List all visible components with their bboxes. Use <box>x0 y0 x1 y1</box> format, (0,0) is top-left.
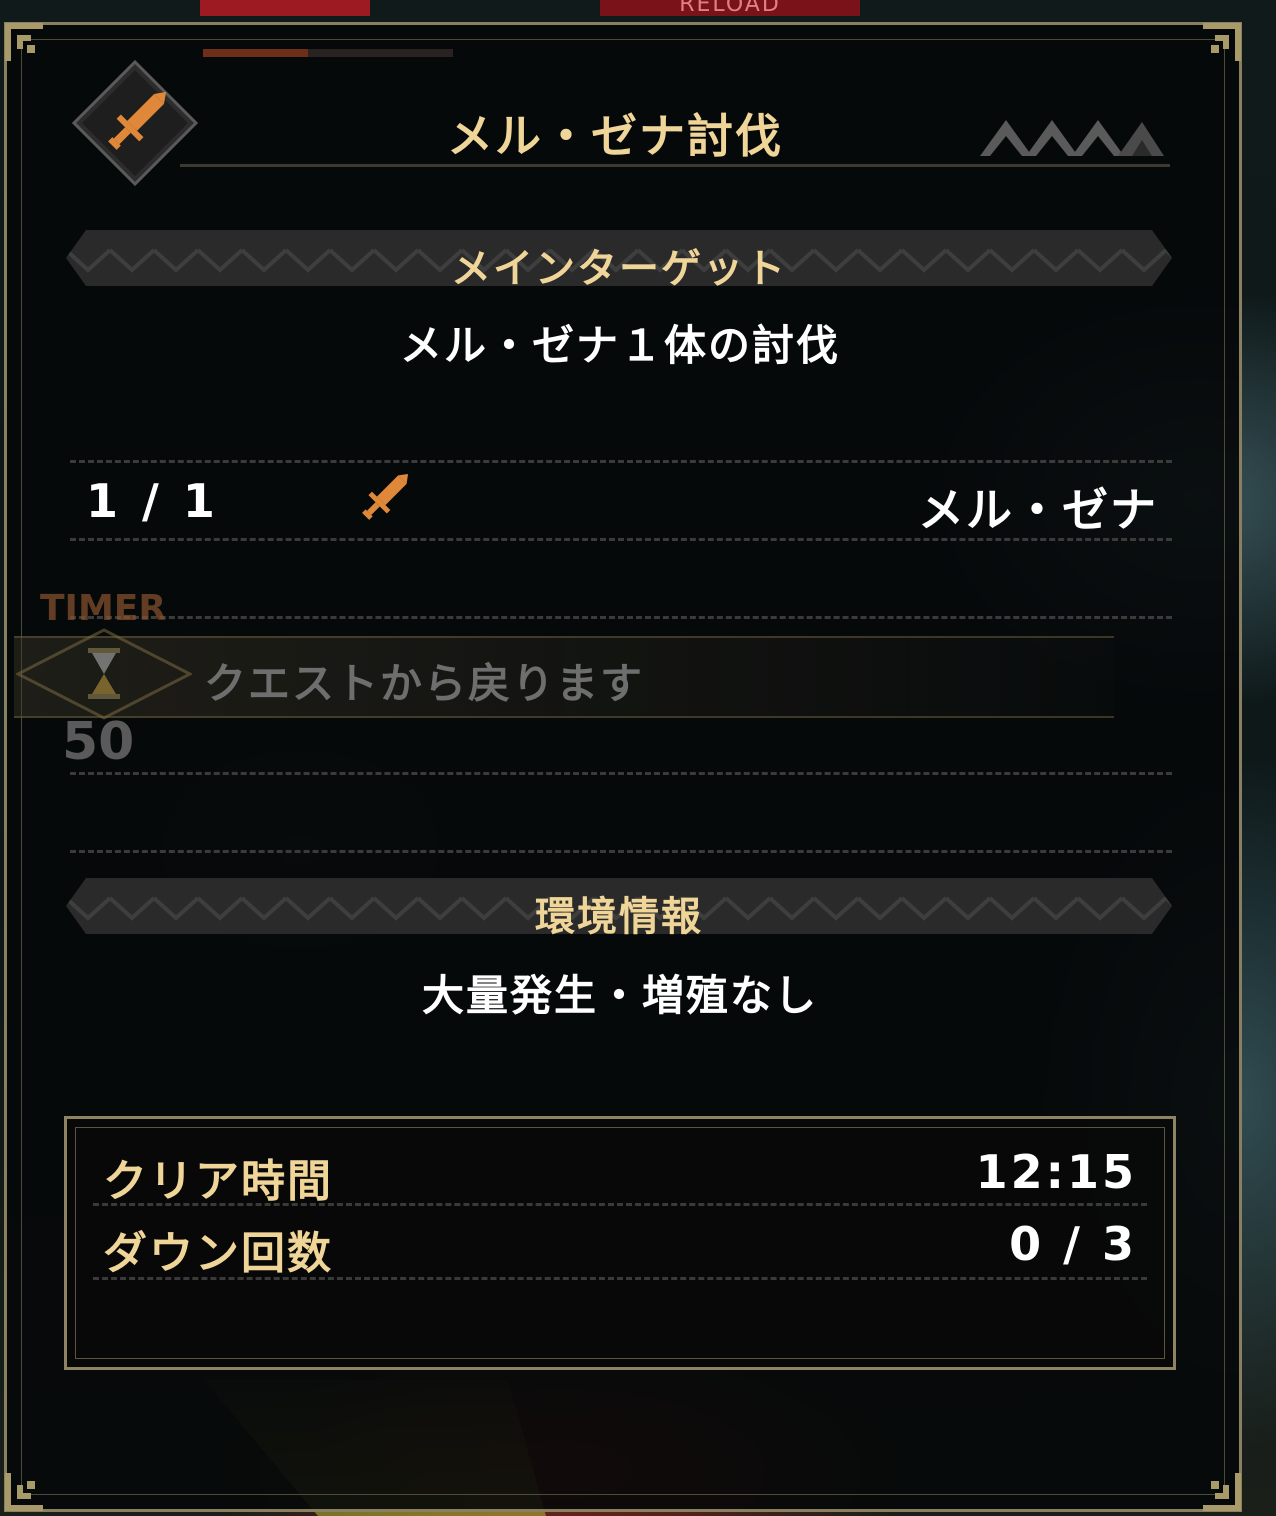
hourglass-icon <box>14 628 194 720</box>
quest-stats-box: クリア時間 12:15 ダウン回数 0 / 3 <box>64 1116 1176 1370</box>
divider <box>70 460 1172 463</box>
clear-time-value: 12:15 <box>975 1145 1137 1199</box>
environment-banner: 環境情報 <box>66 878 1172 940</box>
target-count: 1 / 1 <box>86 474 219 528</box>
timer-label: TIMER <box>40 588 167 629</box>
quest-emblem <box>71 59 199 187</box>
down-count-label: ダウン回数 <box>103 1228 333 1279</box>
corner-ornament-icon <box>3 21 47 65</box>
divider <box>70 538 1172 541</box>
sword-icon <box>352 466 416 530</box>
health-bar-fragment <box>200 0 370 16</box>
reload-label: RELOAD <box>600 0 860 17</box>
divider <box>93 1277 1147 1280</box>
environment-heading: 環境情報 <box>535 894 703 940</box>
divider <box>93 1203 1147 1206</box>
title-underline <box>180 164 1170 167</box>
target-monster-name: メル・ゼナ <box>918 483 1158 537</box>
environment-value: 大量発生・増殖なし <box>421 971 818 1020</box>
main-target-heading: メインターゲット <box>451 246 787 292</box>
divider <box>70 616 1172 619</box>
main-target-banner: メインターゲット <box>66 230 1172 292</box>
corner-ornament-icon <box>3 1469 47 1513</box>
corner-ornament-icon <box>1199 21 1243 65</box>
main-objective: メル・ゼナ１体の討伐 <box>399 321 840 370</box>
quest-progress-bar <box>203 49 453 57</box>
divider <box>70 850 1172 853</box>
corner-ornament-icon <box>1199 1469 1243 1513</box>
quest-title: メル・ゼナ討伐 <box>447 109 783 163</box>
divider <box>70 772 1172 775</box>
timer-message: クエストから戻ります <box>204 659 645 708</box>
quest-progress-fill <box>203 49 308 57</box>
timer-countdown: 50 <box>62 712 135 772</box>
clear-time-label: クリア時間 <box>103 1156 333 1207</box>
rank-peaks-icon <box>976 112 1166 158</box>
down-count-value: 0 / 3 <box>1009 1217 1137 1271</box>
